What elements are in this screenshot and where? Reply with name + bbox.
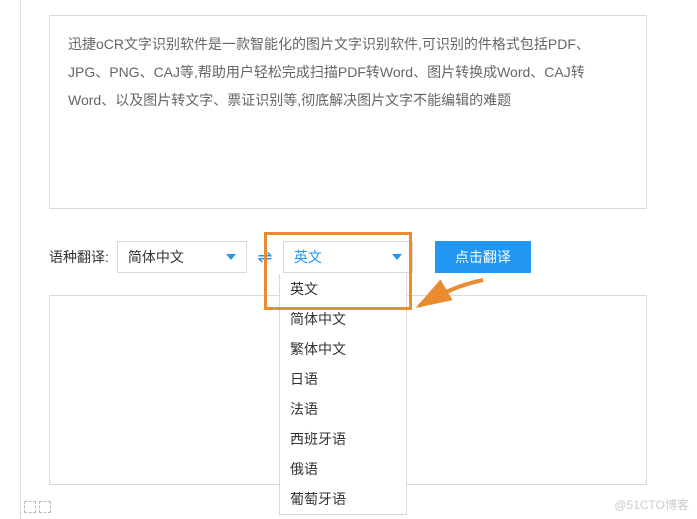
source-text: 迅捷oCR文字识别软件是一款智能化的图片文字识别软件,可识别的件格式包括PDF、… — [68, 36, 590, 108]
source-textarea[interactable]: 迅捷oCR文字识别软件是一款智能化的图片文字识别软件,可识别的件格式包括PDF、… — [49, 15, 647, 209]
dropdown-option[interactable]: 英文 — [280, 274, 406, 304]
dropdown-option[interactable]: 俄语 — [280, 454, 406, 484]
thumb — [39, 501, 51, 513]
thumbnail-strip — [21, 501, 51, 513]
dropdown-option[interactable]: 西班牙语 — [280, 424, 406, 454]
dropdown-option[interactable]: 简体中文 — [280, 304, 406, 334]
from-language-value: 简体中文 — [128, 247, 184, 267]
swap-icon[interactable]: ⇌ — [247, 247, 283, 268]
translate-button-label: 点击翻译 — [455, 247, 511, 267]
row-label: 语种翻译: — [49, 247, 109, 267]
watermark: @51CTO博客 — [614, 496, 689, 513]
page-frame: 迅捷oCR文字识别软件是一款智能化的图片文字识别软件,可识别的件格式包括PDF、… — [20, 0, 679, 519]
dropdown-option[interactable]: 法语 — [280, 394, 406, 424]
chevron-down-icon — [392, 254, 402, 260]
dropdown-option[interactable]: 葡萄牙语 — [280, 484, 406, 514]
chevron-down-icon — [226, 254, 236, 260]
dropdown-option[interactable]: 繁体中文 — [280, 334, 406, 364]
translate-button[interactable]: 点击翻译 — [435, 241, 531, 273]
translate-row: 语种翻译: 简体中文 ⇌ 英文 点击翻译 — [49, 240, 669, 274]
to-language-select[interactable]: 英文 — [283, 241, 413, 273]
from-language-select[interactable]: 简体中文 — [117, 241, 247, 273]
thumb — [24, 501, 36, 513]
to-language-value: 英文 — [294, 247, 322, 267]
dropdown-option[interactable]: 日语 — [280, 364, 406, 394]
to-language-dropdown[interactable]: 英文简体中文繁体中文日语法语西班牙语俄语葡萄牙语 — [279, 274, 407, 515]
